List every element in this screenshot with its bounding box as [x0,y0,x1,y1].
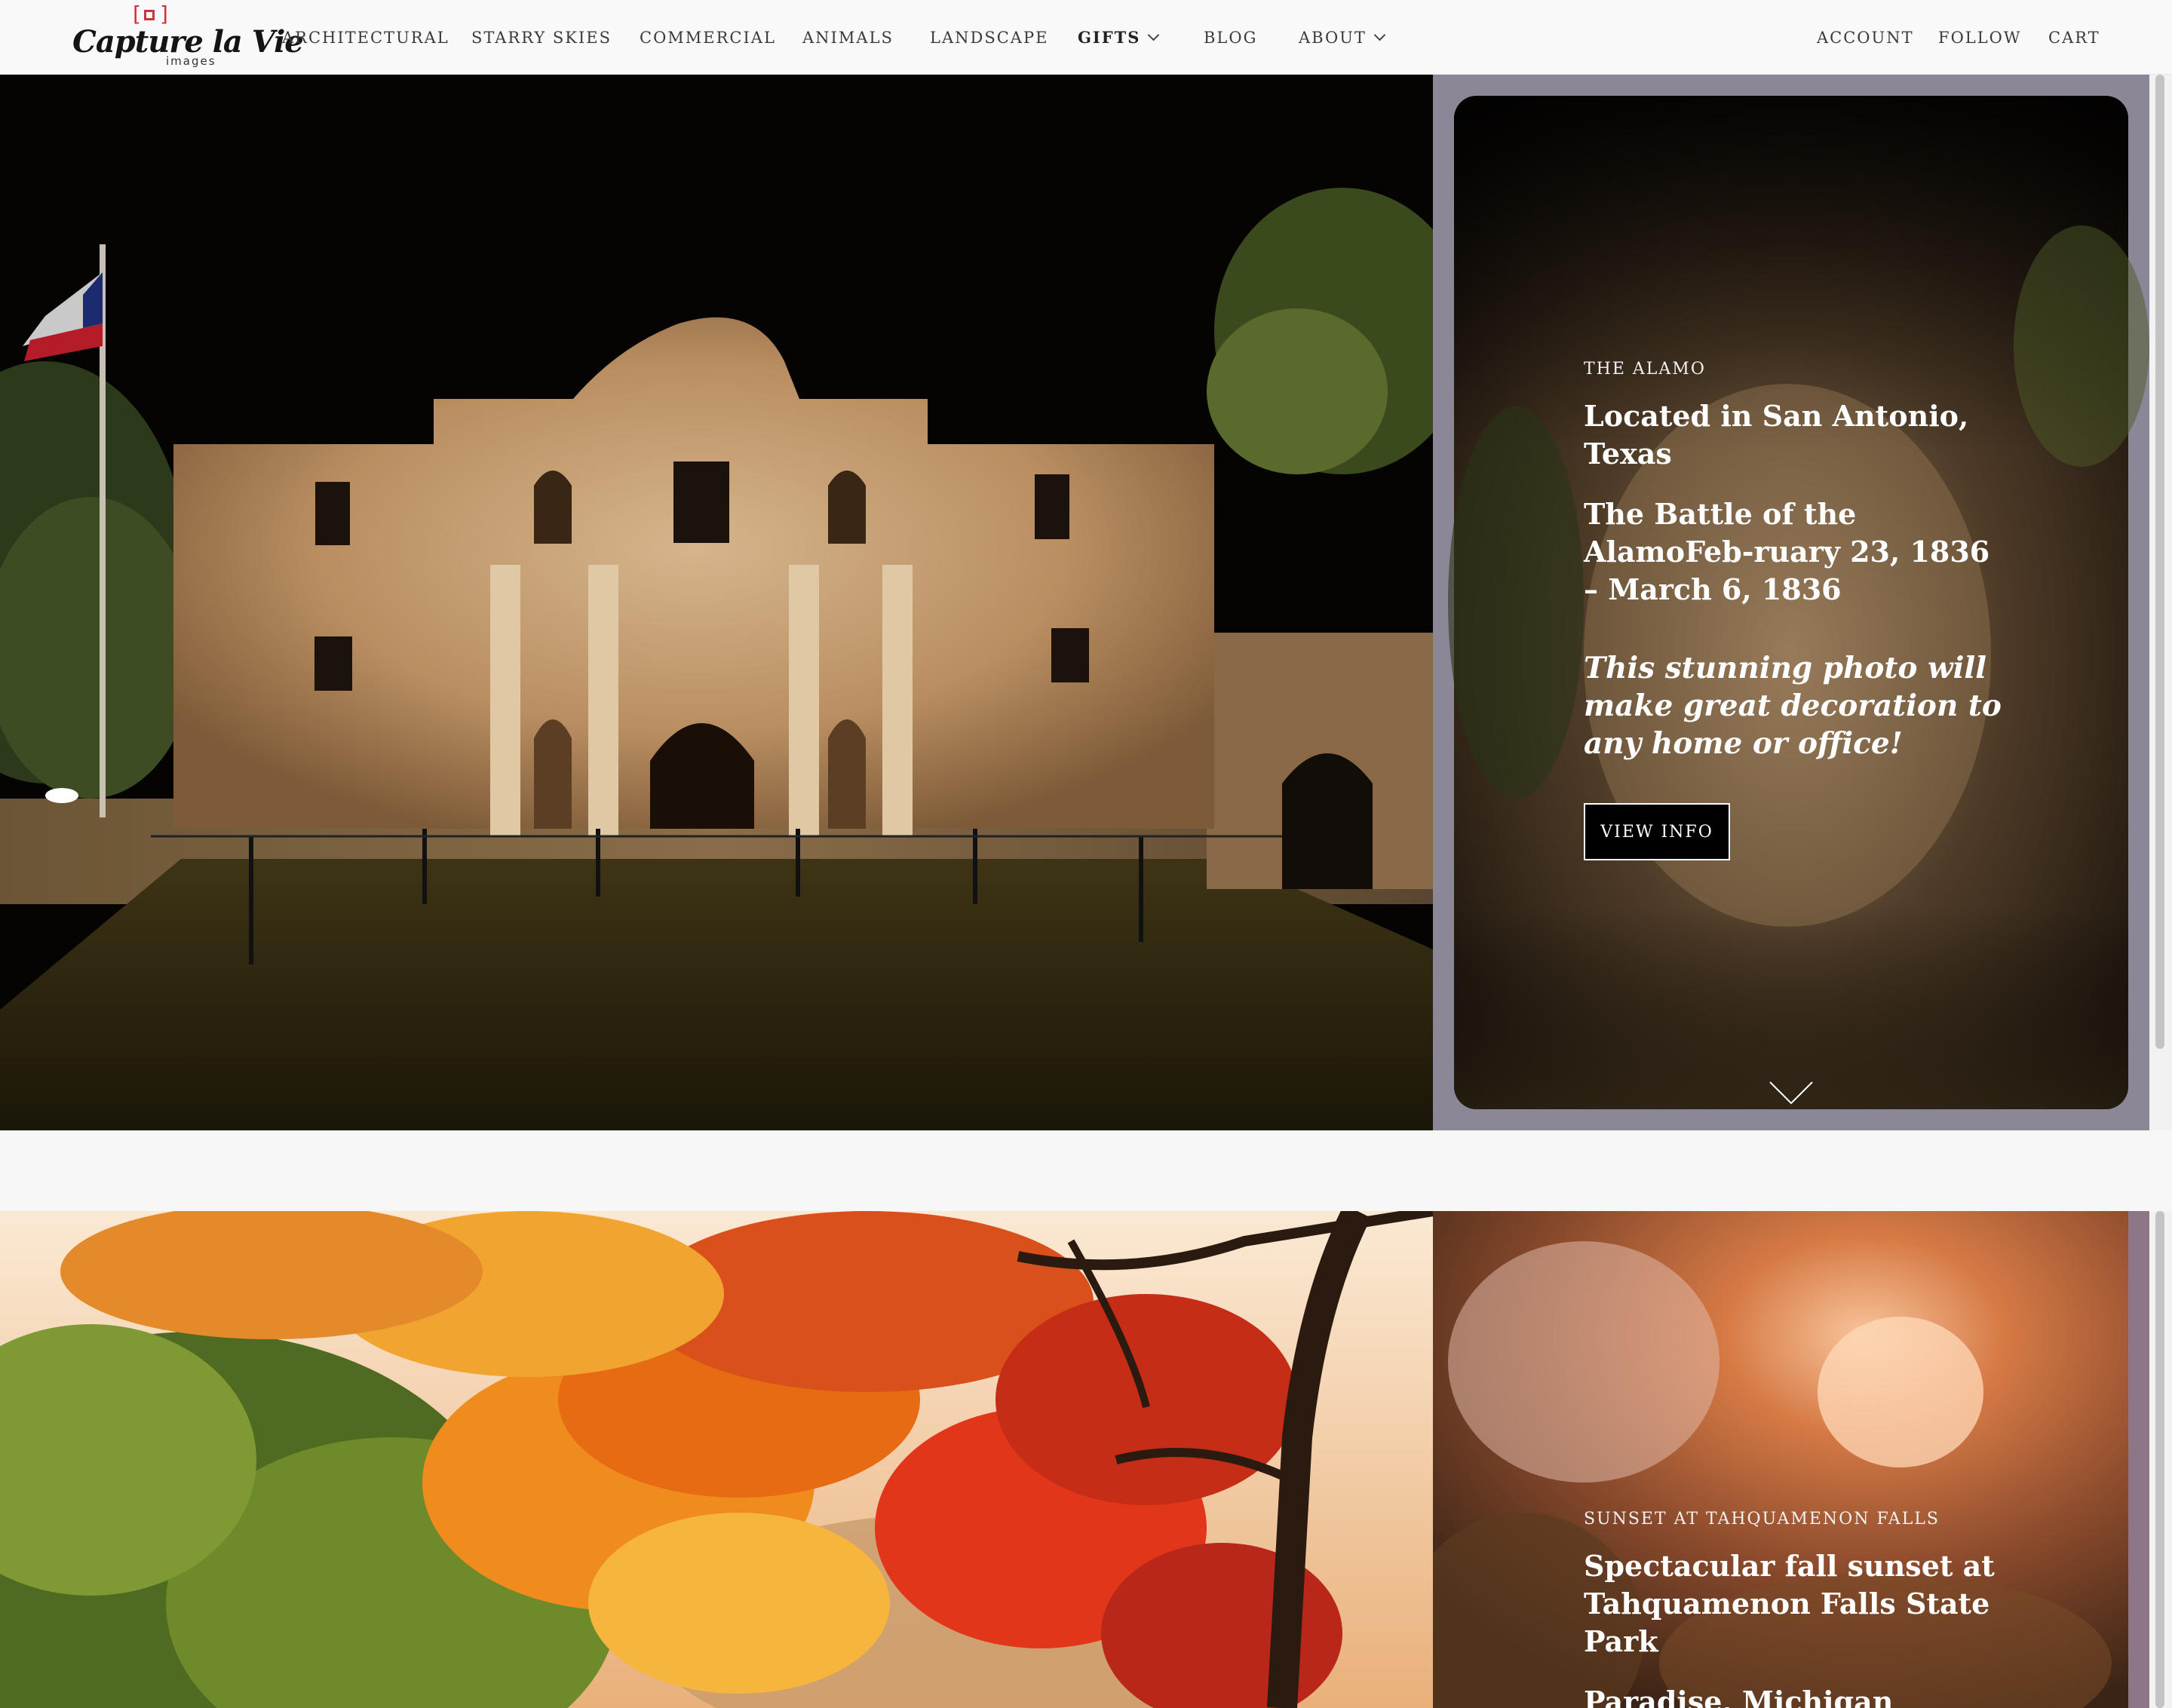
alamo-info-panel: THE ALAMO Located in San Antonio, Texas … [1433,75,2149,1130]
nav-cart[interactable]: CART [2048,0,2100,75]
nav-label: ABOUT [1299,28,1367,47]
scrollbar[interactable] [2149,1211,2172,1708]
nav-label: FOLLOW [1938,28,2022,47]
feature-eyebrow: THE ALAMO [1584,360,1706,379]
nav-item-about[interactable]: ABOUT [1299,0,1386,75]
nav-label: CART [2048,28,2100,47]
site-header: [] Capture la Vie images ARCHITECTURAL S… [0,0,2172,75]
logo-subtitle: images [166,54,216,68]
scroll-down-icon[interactable] [1769,1081,1814,1106]
nav-item-blog[interactable]: BLOG [1204,0,1257,75]
chevron-down-icon [1373,29,1386,41]
nav-label: ACCOUNT [1817,28,1914,47]
nav-label: ANIMALS [802,28,894,47]
feature-tagline: This stunning photo will make great deco… [1584,651,2002,761]
nav-item-starry-skies[interactable]: STARRY SKIES [471,0,612,75]
tahquamenon-info-panel: SUNSET AT TAHQUAMENON FALLS Spectacular … [1433,1211,2149,1708]
site-logo[interactable]: [] Capture la Vie images [72,3,304,71]
nav-label: STARRY SKIES [471,28,612,47]
nav-item-commercial[interactable]: COMMERCIAL [640,0,776,75]
scrollbar-thumb[interactable] [2155,1211,2164,1708]
nav-item-animals[interactable]: ANIMALS [802,0,894,75]
nav-account[interactable]: ACCOUNT [1817,0,1914,75]
nav-label: COMMERCIAL [640,28,776,47]
nav-item-architectural[interactable]: ARCHITECTURAL [282,0,449,75]
feature-subheading: Paradise, Michigan [1584,1685,1894,1708]
nav-label: BLOG [1204,28,1258,47]
nav-label: ARCHITECTURAL [282,28,449,47]
tahquamenon-text-block: SUNSET AT TAHQUAMENON FALLS Spectacular … [1584,1510,2006,1708]
scrollbar-thumb[interactable] [2155,75,2164,1049]
feature-section-alamo: THE ALAMO Located in San Antonio, Texas … [0,75,2172,1130]
nav-label: LANDSCAPE [930,28,1049,47]
feature-eyebrow: SUNSET AT TAHQUAMENON FALLS [1584,1510,1940,1529]
feature-heading: Spectacular fall sunset at Tahquamenon F… [1584,1549,1995,1658]
feature-subheading: The Battle of the AlamoFeb-ruary 23, 183… [1584,497,1990,606]
chevron-down-icon [1148,29,1160,41]
feature-heading: Located in San Antonio, Texas [1584,399,1969,471]
nav-item-gifts[interactable]: GIFTS [1078,0,1160,75]
nav-label: GIFTS [1078,28,1141,47]
view-info-button[interactable]: VIEW INFO [1584,803,1730,860]
alamo-text-block: THE ALAMO Located in San Antonio, Texas … [1584,360,2006,860]
scrollbar[interactable] [2149,75,2172,1130]
alamo-photo[interactable] [0,75,1433,1130]
nav-follow[interactable]: FOLLOW [1938,0,2021,75]
nav-item-landscape[interactable]: LANDSCAPE [930,0,1048,75]
tahquamenon-photo[interactable] [0,1211,1433,1708]
feature-section-tahquamenon: SUNSET AT TAHQUAMENON FALLS Spectacular … [0,1211,2172,1708]
